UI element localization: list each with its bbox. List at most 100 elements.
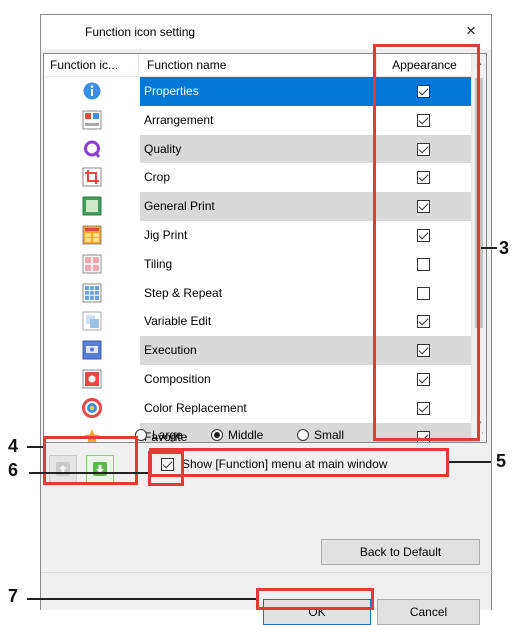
table-row[interactable]: Jig Print <box>44 220 473 250</box>
move-up-button[interactable] <box>49 455 77 483</box>
ok-button[interactable]: OK <box>263 599 371 625</box>
icon-cell <box>44 163 139 192</box>
column-header-appearance[interactable]: Appearance <box>377 54 473 76</box>
function-name-cell: Properties <box>139 77 377 106</box>
table-row[interactable]: General Print <box>44 192 473 221</box>
move-down-button[interactable] <box>86 455 114 483</box>
appearance-cell <box>377 336 473 365</box>
table-row[interactable]: Step & Repeat <box>44 278 473 308</box>
appearance-checkbox[interactable] <box>417 286 430 300</box>
scrollbar-thumb[interactable] <box>475 78 483 328</box>
icon-cell <box>44 365 139 394</box>
variable-edit-icon <box>82 311 102 331</box>
appearance-cell <box>377 279 473 308</box>
appearance-cell <box>377 106 473 135</box>
table-row[interactable]: Arrangement <box>44 105 473 135</box>
icon-cell <box>44 279 139 308</box>
icon-cell <box>44 135 139 164</box>
callout-line-6 <box>29 472 148 474</box>
general-print-icon <box>82 196 102 216</box>
function-name-cell: Quality <box>139 134 377 164</box>
appearance-checkbox[interactable] <box>417 344 430 358</box>
callout-line-3 <box>481 247 497 249</box>
function-name-cell: Execution <box>139 336 377 365</box>
function-name-cell: Color Replacement <box>139 393 377 423</box>
composition-icon <box>82 369 102 389</box>
table-row[interactable]: Execution <box>44 336 473 365</box>
icon-cell <box>44 307 139 336</box>
table-row[interactable]: Quality <box>44 134 473 164</box>
list-rows: Properties Arrangement Quality Crop General … <box>44 77 473 442</box>
function-list[interactable]: Function ic... Function name Appearance … <box>43 53 487 443</box>
radio-small-circle[interactable] <box>297 429 309 441</box>
scroll-up-icon[interactable]: ▲ <box>475 58 483 67</box>
icon-cell <box>44 192 139 221</box>
appearance-cell <box>377 192 473 221</box>
appearance-checkbox[interactable] <box>417 85 430 98</box>
footer-divider <box>41 572 493 573</box>
color-replacement-icon <box>82 397 102 418</box>
appearance-checkbox[interactable] <box>417 228 430 242</box>
function-name-cell: Crop <box>139 163 377 193</box>
close-icon[interactable]: × <box>461 21 481 41</box>
list-header: Function ic... Function name Appearance <box>44 54 485 77</box>
appearance-cell <box>377 307 473 336</box>
appearance-cell <box>377 365 473 394</box>
crop-icon <box>82 167 102 187</box>
appearance-checkbox[interactable] <box>417 315 430 329</box>
table-row[interactable]: Tiling <box>44 249 473 279</box>
cancel-button[interactable]: Cancel <box>377 599 480 625</box>
icon-cell <box>44 336 139 365</box>
table-row[interactable]: Color Replacement <box>44 393 473 423</box>
info-icon <box>82 81 102 101</box>
appearance-cell <box>377 163 473 192</box>
arrangement-icon <box>82 110 102 130</box>
scroll-down-icon[interactable]: ▼ <box>475 419 483 428</box>
resize-grip-icon[interactable]: ⋰ <box>475 431 485 441</box>
table-row[interactable]: Composition <box>44 364 473 394</box>
tiling-icon <box>82 254 102 274</box>
show-function-menu-checkbox[interactable] <box>161 458 174 471</box>
quality-icon <box>82 139 102 159</box>
back-to-default-button[interactable]: Back to Default <box>321 539 480 565</box>
callout-number-6: 6 <box>8 460 19 480</box>
function-name-cell: General Print <box>139 192 377 221</box>
radio-middle-label: Middle <box>228 428 264 442</box>
function-name-cell: Jig Print <box>139 220 377 250</box>
icon-cell <box>44 221 139 250</box>
radio-small-label: Small <box>314 428 345 442</box>
appearance-checkbox[interactable] <box>417 257 430 271</box>
jig-print-icon <box>82 225 102 245</box>
radio-large-circle[interactable] <box>135 429 147 441</box>
appearance-checkbox[interactable] <box>417 142 430 156</box>
appearance-cell <box>377 394 473 423</box>
callout-line-4 <box>27 446 43 448</box>
appearance-checkbox[interactable] <box>417 113 430 127</box>
icon-cell <box>44 394 139 423</box>
radio-middle-circle[interactable] <box>211 429 223 441</box>
appearance-checkbox[interactable] <box>417 171 430 185</box>
dialog-title: Function icon setting <box>85 25 196 39</box>
appearance-checkbox[interactable] <box>417 200 430 214</box>
callout-line-7 <box>27 598 256 600</box>
callout-line-5 <box>449 461 491 463</box>
appearance-checkbox[interactable] <box>417 430 430 442</box>
column-header-icon[interactable]: Function ic... <box>44 54 139 76</box>
function-name-cell: Variable Edit <box>139 307 377 337</box>
function-name-cell: Composition <box>139 364 377 394</box>
appearance-cell <box>377 221 473 250</box>
icon-cell <box>44 250 139 279</box>
table-row[interactable]: Variable Edit <box>44 307 473 337</box>
appearance-checkbox[interactable] <box>417 401 430 415</box>
callout-number-7: 7 <box>8 586 19 606</box>
appearance-checkbox[interactable] <box>417 372 430 386</box>
title-bar: Function icon setting × <box>41 15 491 49</box>
table-row[interactable]: Properties <box>44 77 473 106</box>
appearance-cell <box>377 250 473 279</box>
table-row[interactable]: Crop <box>44 163 473 193</box>
appearance-cell <box>377 422 473 442</box>
callout-number-5: 5 <box>496 451 507 471</box>
appearance-cell <box>377 134 473 164</box>
favorite-icon <box>82 427 102 442</box>
column-header-name[interactable]: Function name <box>139 54 377 76</box>
